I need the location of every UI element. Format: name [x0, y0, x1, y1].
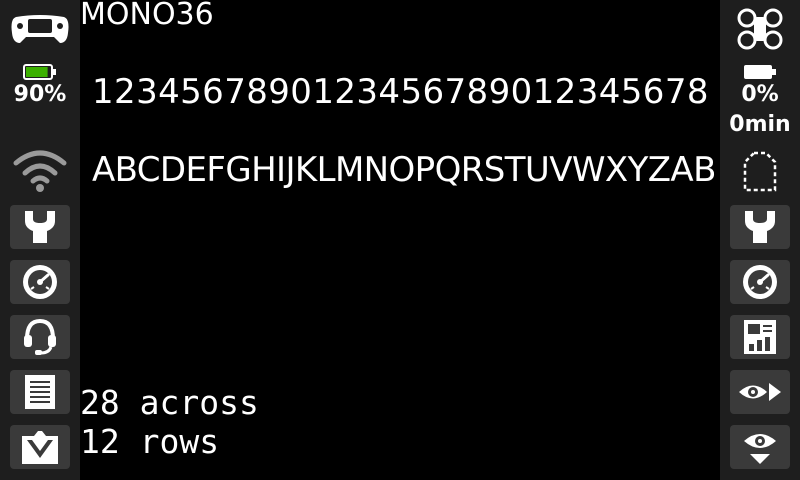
eye-arrow-button[interactable] — [730, 370, 790, 414]
model-tools-wrench-button[interactable] — [730, 205, 790, 249]
wifi-signal-icon — [0, 146, 80, 196]
telemetry-screen-icon — [744, 320, 776, 354]
digits-line: 1234567890123456789012345678 — [92, 72, 709, 112]
headset-icon — [24, 318, 56, 355]
document-icon — [25, 375, 55, 409]
dashed-frame-icon[interactable] — [720, 148, 800, 196]
eye-down-button[interactable] — [730, 425, 790, 469]
left-sidebar: 90% — [0, 0, 80, 480]
letters-line: ABCDEFGHIJKLMNOPQRSTUVWXYZAB — [92, 150, 716, 190]
eye-arrow-icon — [739, 383, 781, 401]
rows-count: 12 rows — [80, 422, 220, 461]
flight-time: 0min — [729, 112, 791, 137]
radio-battery-fill — [26, 67, 48, 77]
across-count: 28 across — [80, 383, 259, 422]
screen-title: MONO36 — [80, 0, 214, 32]
radio-battery-percent: 90% — [13, 82, 67, 107]
headset-button[interactable] — [10, 315, 70, 359]
document-button[interactable] — [10, 370, 70, 414]
model-drone-icon[interactable] — [720, 6, 800, 52]
model-battery-percent: 0% — [741, 82, 779, 107]
model-gauge-button[interactable] — [730, 260, 790, 304]
folder-button[interactable] — [10, 425, 70, 469]
gauge-icon — [743, 265, 777, 299]
radio-battery-icon — [0, 62, 80, 82]
folder-icon — [22, 431, 58, 464]
wrench-icon — [25, 211, 55, 243]
eye-down-icon — [744, 434, 776, 464]
right-sidebar: 0% 0min — [720, 0, 800, 480]
telemetry-screen-button[interactable] — [730, 315, 790, 359]
model-battery-icon — [720, 62, 800, 82]
radio-gamepad-icon[interactable] — [0, 8, 80, 50]
gauge-icon — [23, 265, 57, 299]
wrench-icon — [745, 211, 775, 243]
tools-wrench-button[interactable] — [10, 205, 70, 249]
gauge-button[interactable] — [10, 260, 70, 304]
